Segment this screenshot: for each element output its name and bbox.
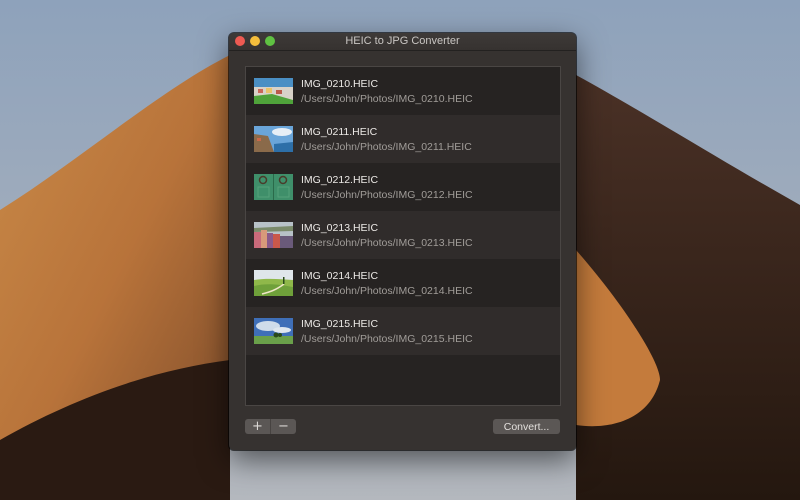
file-row[interactable]: IMG_0210.HEIC/Users/John/Photos/IMG_0210… [246,67,560,115]
file-path: /Users/John/Photos/IMG_0213.HEIC [301,236,473,249]
file-path: /Users/John/Photos/IMG_0214.HEIC [301,284,473,297]
file-name: IMG_0212.HEIC [301,173,379,186]
file-name: IMG_0213.HEIC [301,221,379,234]
add-remove-control: + − [245,419,296,434]
file-path: /Users/John/Photos/IMG_0215.HEIC [301,332,473,345]
thumbnail-image [254,78,293,104]
file-list[interactable]: IMG_0210.HEIC/Users/John/Photos/IMG_0210… [245,66,561,406]
file-name: IMG_0210.HEIC [301,77,379,90]
remove-file-button[interactable]: − [270,419,296,434]
file-name: IMG_0214.HEIC [301,269,379,282]
thumbnail-image [254,222,293,248]
file-row[interactable]: IMG_0212.HEIC/Users/John/Photos/IMG_0212… [246,163,560,211]
file-row[interactable]: IMG_0215.HEIC/Users/John/Photos/IMG_0215… [246,307,560,355]
file-path: /Users/John/Photos/IMG_0211.HEIC [301,140,472,153]
file-row[interactable]: IMG_0211.HEIC/Users/John/Photos/IMG_0211… [246,115,560,163]
convert-button[interactable]: Convert... [493,419,560,434]
thumbnail-image [254,318,293,344]
window-title: HEIC to JPG Converter [345,35,460,47]
thumbnail-image [254,126,293,152]
thumbnail-image [254,270,293,296]
file-row[interactable]: IMG_0214.HEIC/Users/John/Photos/IMG_0214… [246,259,560,307]
thumbnail-image [254,174,293,200]
title-bar[interactable]: HEIC to JPG Converter [229,33,576,51]
file-name: IMG_0215.HEIC [301,317,379,330]
file-path: /Users/John/Photos/IMG_0212.HEIC [301,188,473,201]
app-window: HEIC to JPG Converter IMG_0210.HEIC/User… [229,33,576,450]
file-row[interactable]: IMG_0213.HEIC/Users/John/Photos/IMG_0213… [246,211,560,259]
add-file-button[interactable]: + [245,419,270,434]
file-name: IMG_0211.HEIC [301,125,378,138]
file-path: /Users/John/Photos/IMG_0210.HEIC [301,92,473,105]
